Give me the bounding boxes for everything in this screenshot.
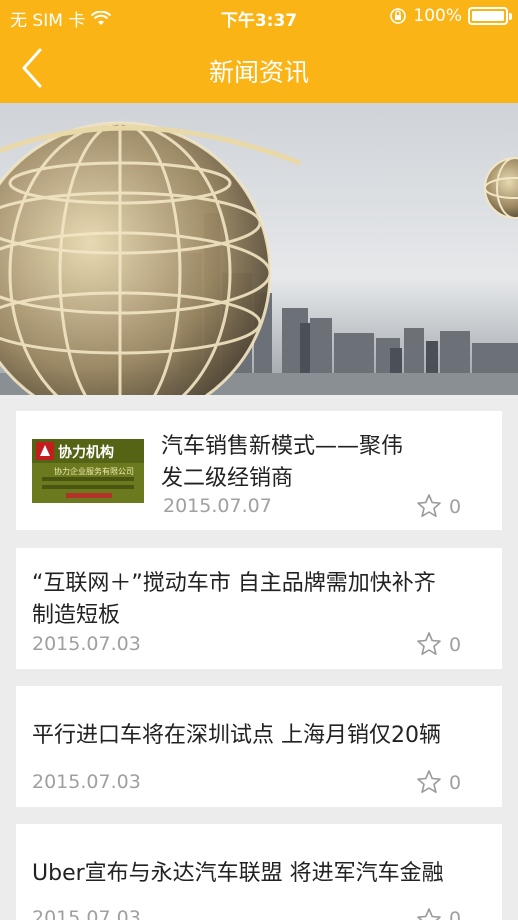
news-title: Uber宣布与永达汽车联盟 将进军汽车金融 [32,861,444,886]
like-count: 0 [449,908,462,920]
status-bar: 无 SIM 卡 下午3:37 100% [0,0,518,34]
news-date: 2015.07.03 [32,907,141,920]
thumb-logo-text: 协力机构 [58,445,114,461]
news-item[interactable]: 平行进口车将在深圳试点 上海月销仅20辆 2015.07.03 0 [16,686,502,807]
like-count: 0 [449,772,462,794]
news-title-line1: 汽车销售新模式——聚伟 [161,434,404,459]
globe-skyline-illustration [0,103,518,395]
star-icon[interactable] [416,631,442,657]
news-title-line2: 发二级经销商 [161,466,294,491]
news-title: “互联网＋”搅动车市 自主品牌需加快补齐 制造短板 [32,568,497,632]
like-count: 0 [449,496,462,518]
news-title-line2: 制造短板 [32,603,121,628]
star-icon[interactable] [416,907,442,920]
battery-icon [468,7,512,25]
star-icon[interactable] [416,493,442,519]
banner-image[interactable] [0,103,518,395]
news-title: 汽车销售新模式——聚伟 发二级经销商 [161,431,486,495]
news-item[interactable]: 协力机构 协力企业服务有限公司 汽车销售新模式——聚伟 发二级经销商 2015.… [16,411,502,530]
news-date: 2015.07.03 [32,633,141,655]
like-count: 0 [449,634,462,656]
news-title: 平行进口车将在深圳试点 上海月销仅20辆 [32,723,441,748]
news-item[interactable]: Uber宣布与永达汽车联盟 将进军汽车金融 2015.07.03 0 [16,824,502,920]
news-item[interactable]: “互联网＋”搅动车市 自主品牌需加快补齐 制造短板 2015.07.03 0 [16,548,502,669]
battery-percent: 100% [413,6,462,26]
battery-fill [472,11,504,21]
news-date: 2015.07.03 [32,771,141,793]
thumb-company-text: 协力企业服务有限公司 [54,467,134,476]
news-thumbnail: 协力机构 协力企业服务有限公司 [32,439,144,503]
app-header: 无 SIM 卡 下午3:37 100% 新闻资讯 [0,0,518,103]
orientation-lock-icon [390,8,407,24]
page-title: 新闻资讯 [208,58,309,87]
news-date: 2015.07.07 [163,495,272,517]
star-icon[interactable] [416,769,442,795]
news-title-line1: “互联网＋”搅动车市 自主品牌需加快补齐 [32,571,436,596]
